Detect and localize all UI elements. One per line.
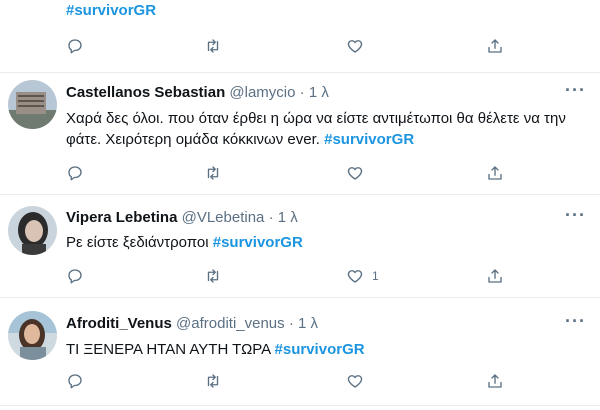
- reply-icon: [68, 374, 82, 389]
- hashtag-link[interactable]: #survivorGR: [275, 341, 365, 358]
- share-icon: [488, 166, 502, 180]
- tweet-actions: [66, 163, 506, 183]
- tweet-1[interactable]: Castellanos Sebastian @lamycio · 1 λ ···…: [0, 72, 600, 195]
- more-options-icon[interactable]: ···: [565, 80, 586, 101]
- display-name[interactable]: Vipera Lebetina: [66, 209, 177, 226]
- avatar-image: [8, 206, 57, 255]
- tweet-text: #survivorGR: [66, 0, 586, 21]
- retweet-button[interactable]: [204, 163, 222, 183]
- hashtag-link[interactable]: #survivorGR: [213, 234, 303, 251]
- tweet-body: Χαρά δες όλοι. που όταν έρθει η ώρα να ε…: [66, 110, 566, 148]
- share-button[interactable]: [486, 36, 504, 56]
- reply-icon: [68, 166, 82, 181]
- share-button[interactable]: [486, 266, 504, 286]
- tweet-header: Vipera Lebetina @VLebetina · 1 λ: [66, 209, 298, 226]
- tweet-text: Ρε είστε ξεδιάντροποι #survivorGR: [66, 232, 586, 253]
- share-icon: [488, 39, 502, 53]
- tweet-actions: 1: [66, 266, 506, 286]
- avatar-image: [8, 311, 57, 360]
- share-button[interactable]: [486, 163, 504, 183]
- tweet-body: Ρε είστε ξεδιάντροποι: [66, 234, 209, 251]
- user-handle[interactable]: @lamycio: [229, 84, 295, 101]
- reply-button[interactable]: [66, 163, 84, 183]
- avatar[interactable]: [8, 311, 57, 360]
- separator: ·: [299, 84, 305, 101]
- display-name[interactable]: Castellanos Sebastian: [66, 84, 225, 101]
- tweet-3[interactable]: Afroditi_Venus @afroditi_venus · 1 λ ···…: [0, 297, 600, 406]
- avatar[interactable]: [8, 206, 57, 255]
- avatar-image: [8, 80, 57, 129]
- tweet-actions: [66, 371, 506, 391]
- like-icon: [347, 375, 363, 388]
- tweet-0[interactable]: #survivorGR: [0, 0, 600, 73]
- like-button[interactable]: [346, 163, 364, 183]
- like-button[interactable]: [346, 371, 364, 391]
- tweet-text: Χαρά δες όλοι. που όταν έρθει η ώρα να ε…: [66, 108, 586, 150]
- like-button[interactable]: [346, 36, 364, 56]
- share-icon: [488, 374, 502, 388]
- tweet-header: Afroditi_Venus @afroditi_venus · 1 λ: [66, 315, 318, 332]
- share-button[interactable]: [486, 371, 504, 391]
- share-icon: [488, 269, 502, 283]
- user-handle[interactable]: @VLebetina: [182, 209, 265, 226]
- retweet-button[interactable]: [204, 36, 222, 56]
- retweet-button[interactable]: [204, 371, 222, 391]
- tweet-text: ΤΙ ΞΕΝΕΡΑ ΗΤΑΝ ΑΥΤΗ ΤΩΡΑ #survivorGR: [66, 339, 586, 360]
- like-count: 1: [372, 269, 379, 283]
- retweet-icon: [207, 166, 219, 180]
- more-options-icon[interactable]: ···: [565, 205, 586, 226]
- retweet-icon: [207, 269, 219, 283]
- reply-icon: [68, 269, 82, 284]
- like-icon: [347, 270, 363, 283]
- separator: ·: [268, 209, 274, 226]
- user-handle[interactable]: @afroditi_venus: [176, 315, 285, 332]
- retweet-icon: [207, 39, 219, 53]
- display-name[interactable]: Afroditi_Venus: [66, 315, 172, 332]
- like-button[interactable]: 1: [346, 266, 379, 286]
- like-icon: [347, 167, 363, 180]
- reply-icon: [68, 39, 82, 54]
- reply-button[interactable]: [66, 266, 84, 286]
- timestamp[interactable]: 1 λ: [298, 315, 318, 332]
- reply-button[interactable]: [66, 36, 84, 56]
- reply-button[interactable]: [66, 371, 84, 391]
- tweet-actions: [66, 36, 506, 56]
- retweet-icon: [207, 374, 219, 388]
- more-options-icon[interactable]: ···: [565, 311, 586, 332]
- separator: ·: [288, 315, 294, 332]
- tweet-body: ΤΙ ΞΕΝΕΡΑ ΗΤΑΝ ΑΥΤΗ ΤΩΡΑ: [66, 341, 271, 358]
- like-icon: [347, 40, 363, 53]
- avatar[interactable]: [8, 80, 57, 129]
- tweet-header: Castellanos Sebastian @lamycio · 1 λ: [66, 84, 329, 101]
- timestamp[interactable]: 1 λ: [278, 209, 298, 226]
- retweet-button[interactable]: [204, 266, 222, 286]
- tweet-2[interactable]: Vipera Lebetina @VLebetina · 1 λ ··· Ρε …: [0, 194, 600, 298]
- hashtag-link[interactable]: #survivorGR: [66, 2, 156, 19]
- timestamp[interactable]: 1 λ: [309, 84, 329, 101]
- hashtag-link[interactable]: #survivorGR: [324, 131, 414, 148]
